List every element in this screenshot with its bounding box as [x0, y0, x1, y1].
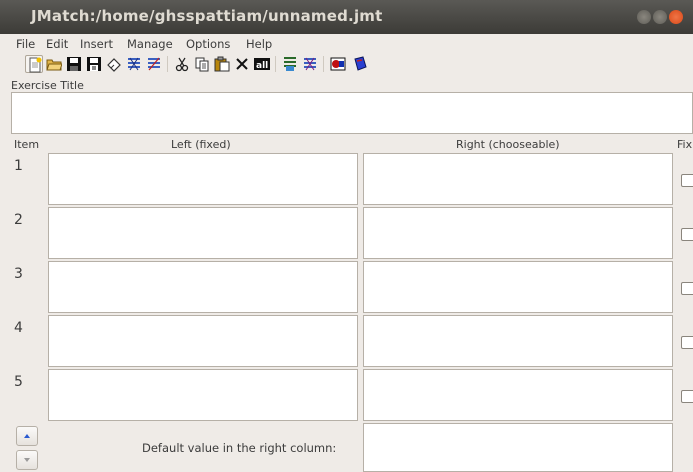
item-number: 5 [14, 374, 23, 390]
config-button[interactable] [329, 55, 347, 73]
window-title: JMatch:/home/ghsspattiam/unnamed.jmt [31, 7, 383, 25]
paste-icon [214, 56, 230, 72]
open-button[interactable] [45, 55, 63, 73]
save-as-icon [87, 57, 101, 71]
shuffle-button[interactable] [125, 55, 143, 73]
item-number: 4 [14, 320, 23, 336]
item-number: 2 [14, 212, 23, 228]
save-button[interactable] [65, 55, 83, 73]
svg-text:all: all [256, 61, 268, 71]
right-item-input[interactable] [363, 261, 673, 313]
right-column-header: Right (chooseable) [456, 138, 560, 151]
left-item-input[interactable] [48, 261, 358, 313]
menu-insert[interactable]: Insert [80, 37, 113, 51]
default-value-label: Default value in the right column: [142, 441, 337, 455]
select-all-icon: all [254, 58, 270, 71]
left-item-input[interactable] [48, 369, 358, 421]
item-number: 3 [14, 266, 23, 282]
delete-button[interactable] [233, 55, 251, 73]
eraser-icon [107, 58, 121, 72]
arrow-up-icon [24, 434, 30, 438]
fix-checkbox[interactable] [681, 390, 693, 403]
cut-button[interactable] [173, 55, 191, 73]
exercise-title-input[interactable] [11, 92, 693, 134]
help-book-icon [354, 56, 367, 71]
left-item-input[interactable] [48, 153, 358, 205]
help-button[interactable] [351, 55, 369, 73]
item-number: 1 [14, 158, 23, 174]
copy-icon [195, 57, 209, 72]
exercise-title-label: Exercise Title [11, 79, 84, 92]
left-item-input[interactable] [48, 315, 358, 367]
new-button[interactable] [25, 55, 43, 73]
shuffle-alt-button[interactable] [145, 55, 163, 73]
right-item-input[interactable] [363, 153, 673, 205]
scroll-down-button[interactable] [16, 450, 38, 470]
paste-button[interactable] [213, 55, 231, 73]
default-value-input[interactable] [363, 423, 673, 472]
shuffle-icon [128, 57, 140, 71]
maximize-button[interactable] [653, 10, 667, 24]
arrow-down-icon [24, 458, 30, 462]
menu-edit[interactable]: Edit [46, 37, 68, 51]
menu-bar: File Edit Insert Manage Options Help [0, 34, 693, 52]
right-item-input[interactable] [363, 369, 673, 421]
fix-column-header: Fix [677, 138, 693, 151]
export-icon [284, 57, 296, 71]
menu-help[interactable]: Help [246, 37, 272, 51]
toolbar-separator [323, 56, 324, 72]
shuffle-alt-icon [148, 57, 160, 71]
fix-checkbox[interactable] [681, 336, 693, 349]
delete-icon [236, 58, 248, 70]
fix-checkbox[interactable] [681, 174, 693, 187]
menu-manage[interactable]: Manage [127, 37, 173, 51]
select-all-button[interactable]: all [253, 55, 271, 73]
minimize-button[interactable] [637, 10, 651, 24]
fix-checkbox[interactable] [681, 282, 693, 295]
new-file-icon [29, 57, 42, 73]
left-column-header: Left (fixed) [171, 138, 231, 151]
right-item-input[interactable] [363, 315, 673, 367]
config-icon [330, 57, 346, 71]
clear-button[interactable] [105, 55, 123, 73]
right-item-input[interactable] [363, 207, 673, 259]
menu-file[interactable]: File [16, 37, 35, 51]
menu-options[interactable]: Options [186, 37, 230, 51]
open-folder-icon [46, 59, 62, 71]
copy-button[interactable] [193, 55, 211, 73]
cut-icon [175, 57, 189, 72]
export-button[interactable] [281, 55, 299, 73]
export-alt-button[interactable] [301, 55, 319, 73]
fix-checkbox[interactable] [681, 228, 693, 241]
window-titlebar: JMatch:/home/ghsspattiam/unnamed.jmt [0, 0, 693, 34]
save-icon [67, 57, 81, 71]
save-as-button[interactable] [85, 55, 103, 73]
close-button[interactable] [669, 10, 683, 24]
item-column-header: Item [14, 138, 40, 151]
left-item-input[interactable] [48, 207, 358, 259]
export-alt-icon [304, 57, 316, 71]
scroll-up-button[interactable] [16, 426, 38, 446]
toolbar-separator [275, 56, 276, 72]
toolbar-separator [167, 56, 168, 72]
toolbar: all [0, 52, 693, 76]
